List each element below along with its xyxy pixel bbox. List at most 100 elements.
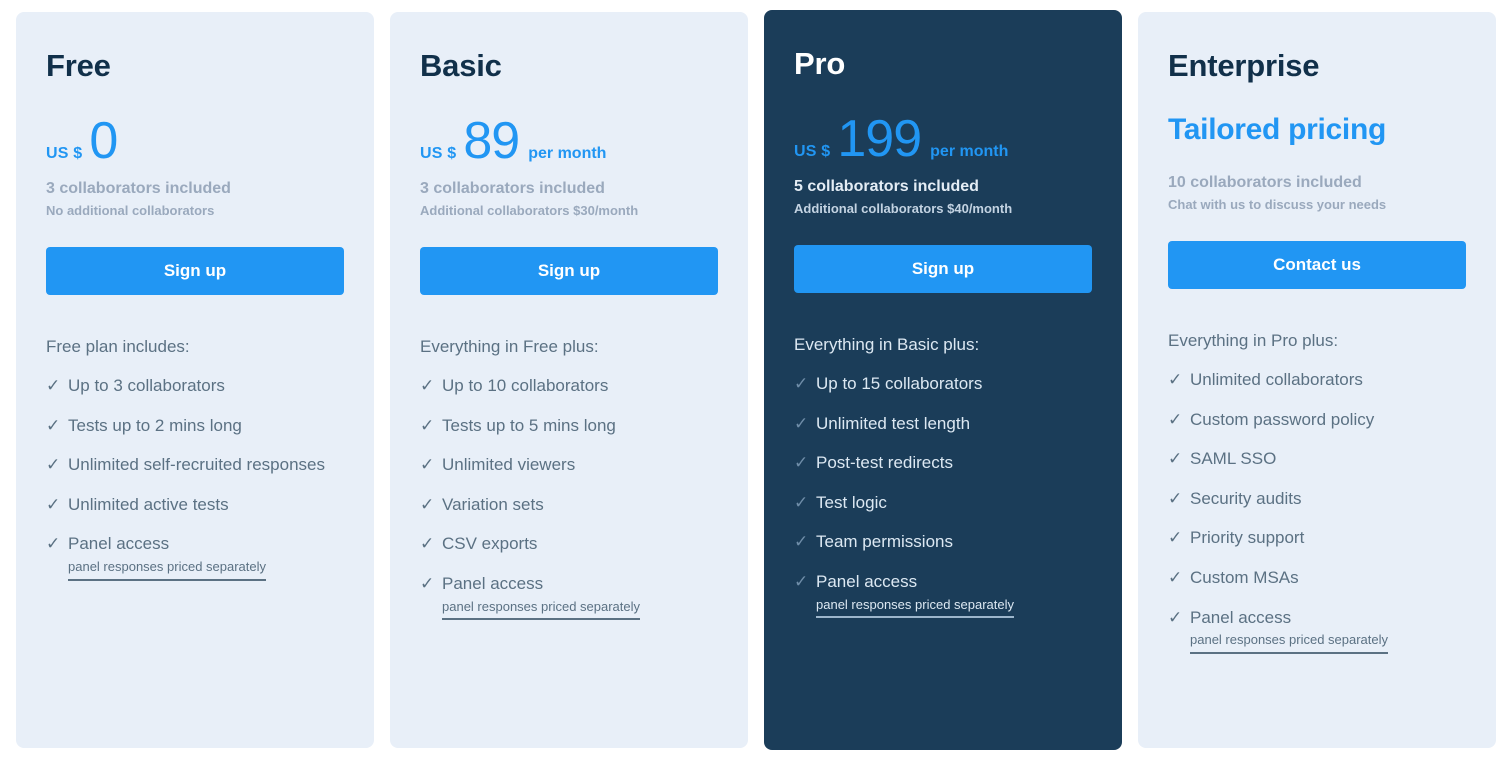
plan-cta-button[interactable]: Sign up <box>794 244 1092 294</box>
plan-cta-button[interactable]: Contact us <box>1168 240 1466 290</box>
check-icon: ✓ <box>420 574 435 594</box>
check-icon: ✓ <box>1168 369 1183 389</box>
feature-label: Unlimited collaborators <box>1190 369 1363 389</box>
feature-item: ✓ Up to 15 collaborators <box>794 372 1092 397</box>
check-icon: ✓ <box>420 375 435 395</box>
feature-label: Panel access <box>68 534 170 554</box>
pricing-plans-grid: Free US $ 0 3 collaborators included No addi… <box>0 0 1512 762</box>
feature-label: Test logic <box>816 492 887 512</box>
collaborators-additional: Additional collaborators $30/month <box>420 203 639 219</box>
price-period: per month <box>528 145 607 162</box>
feature-item: ✓ Unlimited active tests <box>46 493 344 518</box>
feature-label: Security audits <box>1190 488 1302 508</box>
feature-text-wrap: Priority support <box>1190 526 1304 551</box>
feature-text-wrap: Panel access panel responses priced separ… <box>68 532 267 581</box>
price-amount: 0 <box>89 112 118 170</box>
check-icon: ✓ <box>794 492 809 512</box>
plan-title: Free <box>46 48 111 83</box>
feature-text-wrap: Panel access panel responses priced separ… <box>1190 606 1389 654</box>
feature-text-wrap: Variation sets <box>442 493 544 518</box>
features-heading: Free plan includes: <box>46 337 190 357</box>
price-custom-label: Tailored pricing <box>1168 113 1387 146</box>
feature-item: ✓ Test logic <box>794 491 1092 516</box>
feature-text-wrap: Security audits <box>1190 487 1302 512</box>
feature-label: Custom MSAs <box>1190 568 1299 588</box>
feature-text-wrap: SAML SSO <box>1190 447 1276 472</box>
plan-card-basic: Basic US $ 89 per month 3 collaborators incl… <box>390 12 748 748</box>
feature-item: ✓ Panel access panel responses priced sepa… <box>794 570 1092 619</box>
check-icon: ✓ <box>794 532 809 552</box>
check-icon: ✓ <box>46 534 61 554</box>
feature-label: Tests up to 2 mins long <box>68 415 242 435</box>
check-icon: ✓ <box>1168 568 1183 588</box>
plan-price: US $ 0 <box>46 115 344 167</box>
feature-label: SAML SSO <box>1190 449 1277 469</box>
feature-item: ✓ Tests up to 2 mins long <box>46 414 344 439</box>
feature-list: ✓ Up to 10 collaborators ✓ Tests up to 5 mi… <box>420 374 718 635</box>
collaborators-additional: Additional collaborators $40/month <box>794 201 1013 217</box>
plan-title: Basic <box>420 48 502 83</box>
feature-note-tooltip[interactable]: panel responses priced separately <box>816 596 1015 619</box>
feature-label: Panel access <box>816 572 918 592</box>
feature-note-tooltip[interactable]: panel responses priced separately <box>68 558 267 581</box>
plan-price: Tailored pricing <box>1168 115 1466 161</box>
feature-label: Unlimited viewers <box>442 455 576 475</box>
check-icon: ✓ <box>1168 488 1183 508</box>
feature-item: ✓ Tests up to 5 mins long <box>420 414 718 439</box>
feature-text-wrap: Tests up to 5 mins long <box>442 414 616 439</box>
feature-item: ✓ Up to 10 collaborators <box>420 374 718 399</box>
check-icon: ✓ <box>794 373 809 393</box>
feature-label: CSV exports <box>442 534 538 554</box>
feature-label: Unlimited active tests <box>68 494 229 514</box>
price-period: per month <box>930 143 1009 160</box>
plan-title: Pro <box>794 46 846 81</box>
feature-label: Tests up to 5 mins long <box>442 415 616 435</box>
feature-item: ✓ Priority support <box>1168 526 1466 551</box>
feature-text-wrap: Unlimited viewers <box>442 453 575 478</box>
check-icon: ✓ <box>420 415 435 435</box>
feature-label: Panel access <box>442 574 544 594</box>
feature-item: ✓ Unlimited collaborators <box>1168 368 1466 393</box>
feature-text-wrap: Unlimited collaborators <box>1190 368 1363 393</box>
price-amount: 199 <box>837 110 922 168</box>
feature-item: ✓ SAML SSO <box>1168 447 1466 472</box>
feature-label: Priority support <box>1190 528 1305 548</box>
plan-cta-button[interactable]: Sign up <box>420 246 718 296</box>
collaborators-included: 3 collaborators included <box>420 180 605 197</box>
feature-text-wrap: Custom MSAs <box>1190 566 1299 591</box>
plan-cta-button[interactable]: Sign up <box>46 246 344 296</box>
feature-label: Up to 15 collaborators <box>816 373 983 393</box>
feature-text-wrap: Custom password policy <box>1190 408 1374 433</box>
feature-text-wrap: Unlimited test length <box>816 412 970 437</box>
feature-item: ✓ Unlimited test length <box>794 412 1092 437</box>
check-icon: ✓ <box>46 455 61 475</box>
feature-text-wrap: Up to 3 collaborators <box>68 374 225 399</box>
feature-text-wrap: Unlimited active tests <box>68 493 229 518</box>
feature-text-wrap: Post-test redirects <box>816 451 953 476</box>
feature-label: Team permissions <box>816 532 953 552</box>
feature-label: Panel access <box>1190 607 1292 627</box>
feature-note-tooltip[interactable]: panel responses priced separately <box>442 598 641 621</box>
feature-text-wrap: Panel access panel responses priced separ… <box>816 570 1015 619</box>
feature-note-tooltip[interactable]: panel responses priced separately <box>1190 631 1389 654</box>
plan-price: US $ 199 per month <box>794 113 1092 165</box>
check-icon: ✓ <box>794 453 809 473</box>
feature-text-wrap: Up to 10 collaborators <box>442 374 608 399</box>
features-heading: Everything in Free plus: <box>420 337 599 357</box>
check-icon: ✓ <box>1168 409 1183 429</box>
feature-label: Custom password policy <box>1190 409 1375 429</box>
feature-item: ✓ Custom MSAs <box>1168 566 1466 591</box>
feature-text-wrap: Panel access panel responses priced separ… <box>442 572 641 621</box>
feature-label: Up to 3 collaborators <box>68 375 225 395</box>
check-icon: ✓ <box>794 572 809 592</box>
feature-text-wrap: Up to 15 collaborators <box>816 372 982 397</box>
feature-item: ✓ Unlimited viewers <box>420 453 718 478</box>
feature-list: ✓ Up to 15 collaborators ✓ Unlimited test l… <box>794 372 1092 633</box>
check-icon: ✓ <box>46 415 61 435</box>
feature-item: ✓ Panel access panel responses priced sepa… <box>1168 606 1466 654</box>
check-icon: ✓ <box>794 413 809 433</box>
feature-item: ✓ CSV exports <box>420 532 718 557</box>
feature-label: Up to 10 collaborators <box>442 375 609 395</box>
feature-label: Unlimited self-recruited responses <box>68 455 325 475</box>
feature-text-wrap: CSV exports <box>442 532 537 557</box>
